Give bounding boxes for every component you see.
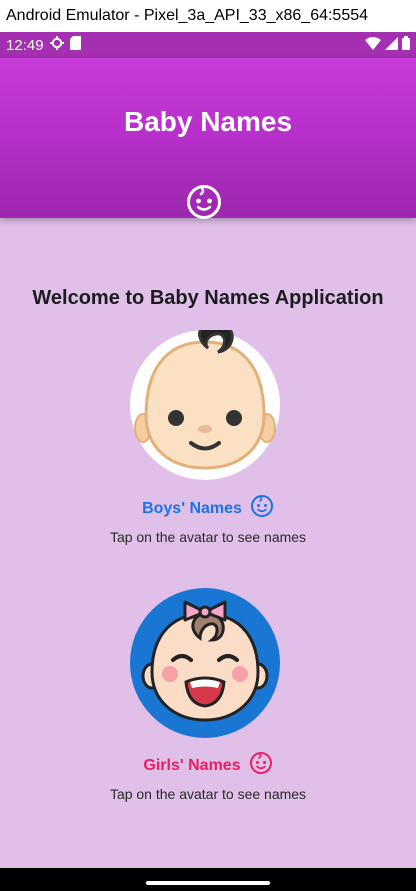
boys-names-row[interactable]: Boys' Names bbox=[0, 494, 416, 523]
boys-names-label[interactable]: Boys' Names bbox=[142, 500, 242, 518]
girls-avatar-button[interactable] bbox=[130, 588, 280, 738]
sd-card-icon bbox=[69, 36, 81, 54]
window-title: Android Emulator - Pixel_3a_API_33_x86_6… bbox=[6, 7, 369, 24]
boys-avatar-button[interactable] bbox=[130, 330, 280, 480]
baby-face-icon bbox=[250, 494, 274, 523]
girl-baby-avatar-icon bbox=[130, 588, 280, 738]
app-bar: Baby Names bbox=[0, 58, 416, 220]
boys-hint-text: Tap on the avatar to see names bbox=[109, 529, 307, 545]
welcome-heading: Welcome to Baby Names Application bbox=[32, 287, 384, 309]
girls-hint-text: Tap on the avatar to see names bbox=[109, 786, 307, 802]
signal-icon bbox=[385, 36, 398, 54]
settings-icon bbox=[49, 36, 64, 54]
boy-baby-avatar-icon bbox=[130, 330, 280, 480]
battery-icon bbox=[402, 36, 410, 54]
home-gesture-handle[interactable] bbox=[146, 881, 270, 885]
navigation-bar bbox=[0, 868, 416, 891]
status-time: 12:49 bbox=[6, 36, 44, 54]
window-title-bar: Android Emulator - Pixel_3a_API_33_x86_6… bbox=[0, 0, 416, 32]
status-bar: 12:49 bbox=[0, 32, 416, 58]
girls-names-label[interactable]: Girls' Names bbox=[143, 757, 240, 775]
baby-face-icon bbox=[249, 751, 273, 780]
baby-face-icon bbox=[186, 184, 222, 220]
app-title: Baby Names bbox=[123, 106, 293, 137]
girls-names-row[interactable]: Girls' Names bbox=[0, 751, 416, 780]
wifi-icon bbox=[365, 36, 381, 54]
